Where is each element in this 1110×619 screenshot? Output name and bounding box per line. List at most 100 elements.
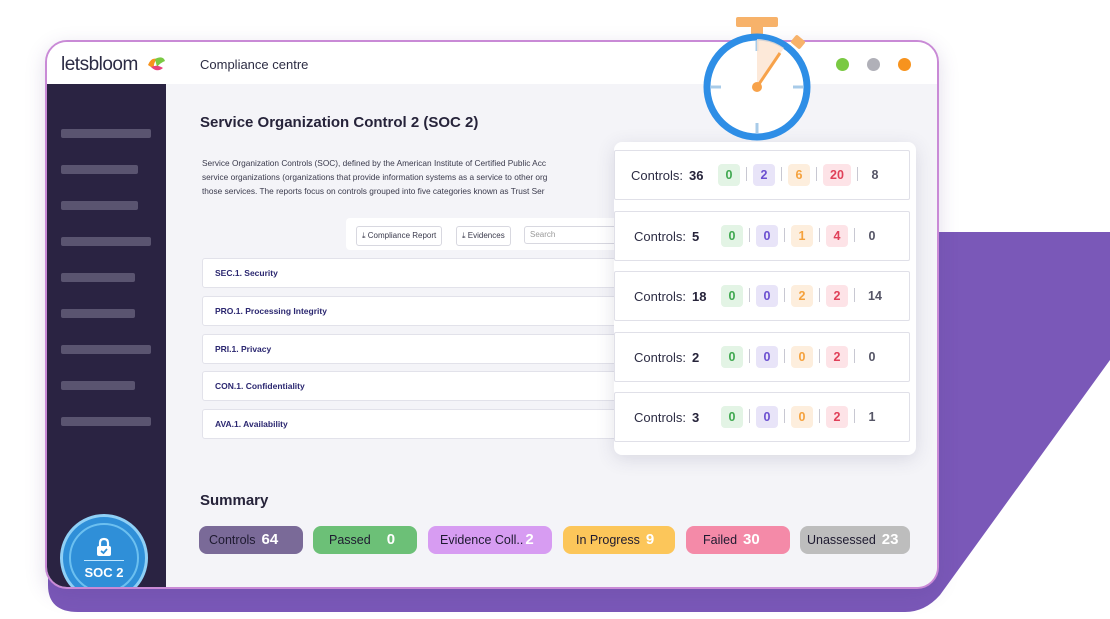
chip-separator bbox=[819, 288, 820, 302]
sidebar-item[interactable] bbox=[61, 237, 151, 246]
window-controls bbox=[836, 58, 911, 71]
controls-row[interactable]: Controls: 5 0 0 1 4 0 bbox=[614, 210, 910, 261]
description-line: service organizations (organizations tha… bbox=[202, 172, 548, 182]
sidebar-item[interactable] bbox=[61, 129, 151, 138]
chip-progress: 1 bbox=[791, 224, 813, 247]
evidences-button[interactable]: ⤓ Evidences bbox=[456, 226, 511, 246]
chip-separator bbox=[749, 348, 750, 363]
chip-separator bbox=[854, 227, 855, 242]
chip-progress: 0 bbox=[791, 345, 813, 368]
summary-pill-failed[interactable]: Failed 30 bbox=[686, 526, 790, 554]
chip-separator bbox=[854, 288, 855, 302]
summary-title: Summary bbox=[200, 492, 269, 509]
chip-passed: 0 bbox=[721, 285, 743, 307]
controls-row[interactable]: Controls: 36 0 2 6 20 8 bbox=[614, 150, 910, 200]
chip-failed: 2 bbox=[826, 345, 848, 368]
controls-row-label: Controls: 2 bbox=[634, 349, 700, 365]
chip-unassessed: 14 bbox=[868, 289, 882, 303]
chip-separator bbox=[816, 167, 817, 181]
chip-separator bbox=[854, 409, 855, 423]
category-row-availability[interactable]: AVA.1. Availability bbox=[202, 409, 642, 439]
category-row-processing-integrity[interactable]: PRO.1. Processing Integrity bbox=[202, 296, 642, 326]
sidebar-item[interactable] bbox=[61, 417, 151, 426]
category-row-security[interactable]: SEC.1. Security bbox=[202, 258, 642, 288]
chip-separator bbox=[784, 227, 785, 242]
sidebar-item[interactable] bbox=[61, 201, 138, 210]
chip-separator bbox=[784, 409, 785, 423]
chip-failed: 2 bbox=[826, 406, 848, 428]
chip-separator bbox=[819, 348, 820, 363]
controls-row[interactable]: Controls: 2 0 0 0 2 0 bbox=[614, 331, 910, 382]
window-dot-orange[interactable] bbox=[898, 58, 911, 71]
chip-separator bbox=[781, 167, 782, 181]
chip-separator bbox=[784, 288, 785, 302]
brand-logo[interactable]: letsbloom bbox=[61, 54, 167, 76]
sidebar-item[interactable] bbox=[61, 165, 138, 174]
chip-evidence: 0 bbox=[756, 345, 778, 368]
toolbar: ⤓ Compliance Report ⤓ Evidences Search bbox=[346, 218, 646, 250]
summary-pill-in-progress[interactable]: In Progress 9 bbox=[563, 526, 675, 554]
chip-evidence: 0 bbox=[756, 224, 778, 247]
controls-total: 3 bbox=[692, 410, 700, 425]
controls-row-label: Controls: 3 bbox=[634, 410, 700, 425]
chip-unassessed: 0 bbox=[868, 228, 876, 243]
controls-row[interactable]: Controls: 3 0 0 0 2 1 bbox=[614, 392, 910, 442]
sidebar: SOC 2 bbox=[47, 84, 166, 587]
sidebar-item[interactable] bbox=[61, 309, 135, 318]
controls-total: 5 bbox=[692, 228, 700, 244]
summary-pill-unassessed[interactable]: Unassessed 23 bbox=[800, 526, 910, 554]
compliance-report-button[interactable]: ⤓ Compliance Report bbox=[356, 226, 443, 246]
window-dot-gray[interactable] bbox=[867, 58, 880, 71]
controls-row-label: Controls: 5 bbox=[634, 228, 700, 244]
summary-pill-evidence-collected[interactable]: Evidence Coll.. 2 bbox=[428, 526, 552, 554]
sidebar-item[interactable] bbox=[61, 381, 135, 390]
chip-passed: 0 bbox=[721, 345, 743, 368]
bloom-leaf-icon bbox=[147, 57, 165, 71]
chip-unassessed: 1 bbox=[868, 410, 876, 424]
chip-failed: 4 bbox=[826, 224, 848, 247]
chip-separator bbox=[854, 348, 855, 363]
chip-separator bbox=[857, 167, 858, 181]
chip-evidence: 0 bbox=[756, 406, 778, 428]
chip-unassessed: 0 bbox=[868, 349, 876, 364]
chip-passed: 0 bbox=[718, 164, 740, 186]
controls-total: 36 bbox=[689, 168, 704, 183]
chip-separator bbox=[746, 167, 747, 181]
chip-separator bbox=[819, 227, 820, 242]
controls-row[interactable]: Controls: 18 0 0 2 2 14 bbox=[614, 271, 910, 321]
chip-progress: 0 bbox=[791, 406, 813, 428]
category-row-privacy[interactable]: PRI.1. Privacy bbox=[202, 334, 642, 364]
category-row-confidentiality[interactable]: CON.1. Confidentiality bbox=[202, 371, 642, 401]
summary-pill-controls[interactable]: Controls 64 bbox=[199, 526, 303, 554]
chip-passed: 0 bbox=[721, 406, 743, 428]
description-line: Service Organization Controls (SOC), def… bbox=[202, 158, 547, 168]
chip-passed: 0 bbox=[721, 224, 743, 247]
page-title: Service Organization Control 2 (SOC 2) bbox=[200, 114, 479, 131]
controls-row-label: Controls: 18 bbox=[634, 289, 707, 304]
chip-separator bbox=[749, 409, 750, 423]
chip-separator bbox=[819, 409, 820, 423]
brand-name: letsbloom bbox=[61, 54, 138, 75]
sidebar-item[interactable] bbox=[61, 273, 135, 282]
page-description: Service Organization Controls (SOC), def… bbox=[202, 156, 622, 198]
window-dot-green[interactable] bbox=[836, 58, 849, 71]
controls-row-label: Controls: 36 bbox=[631, 168, 704, 183]
chip-unassessed: 8 bbox=[871, 168, 879, 182]
chip-separator bbox=[784, 348, 785, 363]
chip-separator bbox=[749, 288, 750, 302]
soc2-badge: SOC 2 bbox=[60, 514, 148, 587]
chip-failed: 20 bbox=[823, 164, 851, 186]
sidebar-item[interactable] bbox=[61, 345, 151, 354]
summary-pill-passed[interactable]: Passed 0 bbox=[313, 526, 417, 554]
chip-evidence: 2 bbox=[753, 164, 775, 186]
app-title: Compliance centre bbox=[200, 57, 309, 72]
chip-evidence: 0 bbox=[756, 285, 778, 307]
chip-failed: 2 bbox=[826, 285, 848, 307]
stopwatch-icon bbox=[703, 17, 811, 141]
controls-total: 2 bbox=[692, 349, 700, 365]
controls-panel: Controls: 36 0 2 6 20 8 Controls: 5 0 0 1 4 0 Controls… bbox=[614, 142, 916, 455]
chip-progress: 6 bbox=[788, 164, 810, 186]
description-line: those services. The reports focus on con… bbox=[202, 186, 545, 196]
chip-separator bbox=[749, 227, 750, 242]
controls-total: 18 bbox=[692, 289, 707, 304]
